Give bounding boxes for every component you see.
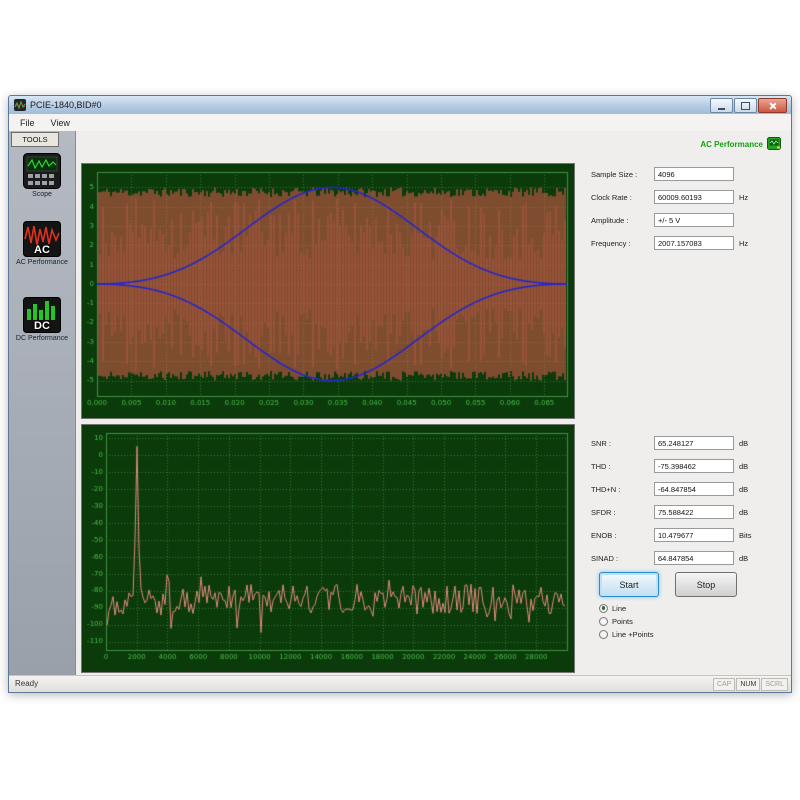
client-area: TOOLS xyxy=(9,131,791,676)
desktop: PCIE-1840,BID#0 File View TOOLS xyxy=(0,0,800,800)
field-sinad: SINAD : 64.847854 dB xyxy=(591,551,781,567)
field-unit: dB xyxy=(739,439,748,448)
stop-button[interactable]: Stop xyxy=(675,572,737,597)
enob-value: 10.479677 xyxy=(654,528,734,542)
menu-view[interactable]: View xyxy=(43,116,78,130)
maximize-icon xyxy=(741,102,750,110)
field-snr: SNR : 65.248127 dB xyxy=(591,436,781,452)
field-unit: dB xyxy=(739,485,748,494)
thd-n-value: -64.847854 xyxy=(654,482,734,496)
tools-sidebar: TOOLS xyxy=(9,131,76,676)
scope-chart xyxy=(81,163,575,419)
sidebar-item-scope[interactable]: Scope xyxy=(9,153,75,199)
radio-line-points[interactable]: Line +Points xyxy=(599,628,654,640)
field-label: SINAD : xyxy=(591,554,618,563)
field-thd-n: THD+N : -64.847854 dB xyxy=(591,482,781,498)
radio-button-icon[interactable] xyxy=(599,617,608,626)
minimize-icon xyxy=(718,108,725,110)
sidebar-item-dc-performance[interactable]: DC DC Performance xyxy=(9,297,75,343)
sinad-value: 64.847854 xyxy=(654,551,734,565)
close-icon xyxy=(769,102,777,110)
field-thd: THD : -75.398462 dB xyxy=(591,459,781,475)
field-unit: dB xyxy=(739,508,748,517)
field-amplitude: Amplitude : +/- 5 V xyxy=(591,213,781,229)
radio-label: Points xyxy=(612,617,633,626)
radio-label: Line xyxy=(612,604,626,613)
field-frequency: Frequency : 2007.157083 Hz xyxy=(591,236,781,252)
dc-badge: DC xyxy=(23,320,61,332)
app-window: PCIE-1840,BID#0 File View TOOLS xyxy=(8,95,792,693)
sidebar-item-label: Scope xyxy=(9,191,75,199)
field-clock-rate: Clock Rate : 60009.60193 Hz xyxy=(591,190,781,206)
field-unit: dB xyxy=(739,554,748,563)
sidebar-item-label: AC Performance xyxy=(9,259,75,267)
field-unit: dB xyxy=(739,462,748,471)
ac-performance-header: AC Performance xyxy=(700,140,763,149)
field-sample-size: Sample Size : 4096 xyxy=(591,167,781,183)
field-label: ENOB : xyxy=(591,531,616,540)
field-label: Clock Rate : xyxy=(591,193,632,202)
field-label: THD+N : xyxy=(591,485,620,494)
lock-indicators: CAP NUM SCRL xyxy=(713,678,788,691)
field-label: Sample Size : xyxy=(591,170,637,179)
scroll-lock-indicator: SCRL xyxy=(761,678,788,691)
field-enob: ENOB : 10.479677 Bits xyxy=(591,528,781,544)
num-lock-indicator: NUM xyxy=(736,678,760,691)
start-button[interactable]: Start xyxy=(599,572,659,597)
fft-chart xyxy=(81,424,575,673)
field-label: Frequency : xyxy=(591,239,631,248)
menu-bar: File View xyxy=(9,114,791,132)
radio-points[interactable]: Points xyxy=(599,615,633,627)
field-label: SFDR : xyxy=(591,508,616,517)
sfdr-value: 75.588422 xyxy=(654,505,734,519)
sample-size-input[interactable]: 4096 xyxy=(654,167,734,181)
field-unit: Bits xyxy=(739,531,752,540)
dc-performance-icon: DC xyxy=(23,297,61,333)
minimize-button[interactable] xyxy=(710,98,733,113)
status-bar: Ready CAP NUM SCRL xyxy=(9,675,791,692)
field-label: SNR : xyxy=(591,439,611,448)
field-label: Amplitude : xyxy=(591,216,629,225)
status-message: Ready xyxy=(15,679,38,688)
sidebar-item-label: DC Performance xyxy=(9,335,75,343)
close-button[interactable] xyxy=(758,98,787,113)
tools-tab[interactable]: TOOLS xyxy=(11,132,59,147)
scope-icon xyxy=(23,153,61,189)
radio-label: Line +Points xyxy=(612,630,654,639)
field-label: THD : xyxy=(591,462,611,471)
ac-badge: AC xyxy=(23,244,61,256)
radio-button-icon[interactable] xyxy=(599,604,608,613)
field-sfdr: SFDR : 75.588422 dB xyxy=(591,505,781,521)
snr-value: 65.248127 xyxy=(654,436,734,450)
maximize-button[interactable] xyxy=(734,98,757,113)
radio-button-icon[interactable] xyxy=(599,630,608,639)
window-title: PCIE-1840,BID#0 xyxy=(30,100,102,110)
caps-lock-indicator: CAP xyxy=(713,678,735,691)
radio-line[interactable]: Line xyxy=(599,602,626,614)
amplitude-input[interactable]: +/- 5 V xyxy=(654,213,734,227)
sidebar-item-ac-performance[interactable]: AC AC Performance xyxy=(9,221,75,267)
app-icon xyxy=(14,99,26,111)
title-bar[interactable]: PCIE-1840,BID#0 xyxy=(9,96,791,114)
menu-file[interactable]: File xyxy=(12,116,43,130)
ac-performance-icon: AC xyxy=(23,221,61,257)
frequency-input[interactable]: 2007.157083 xyxy=(654,236,734,250)
ac-performance-header-icon[interactable] xyxy=(767,137,781,150)
thd-value: -75.398462 xyxy=(654,459,734,473)
field-unit: Hz xyxy=(739,193,748,202)
field-unit: Hz xyxy=(739,239,748,248)
clock-rate-input[interactable]: 60009.60193 xyxy=(654,190,734,204)
